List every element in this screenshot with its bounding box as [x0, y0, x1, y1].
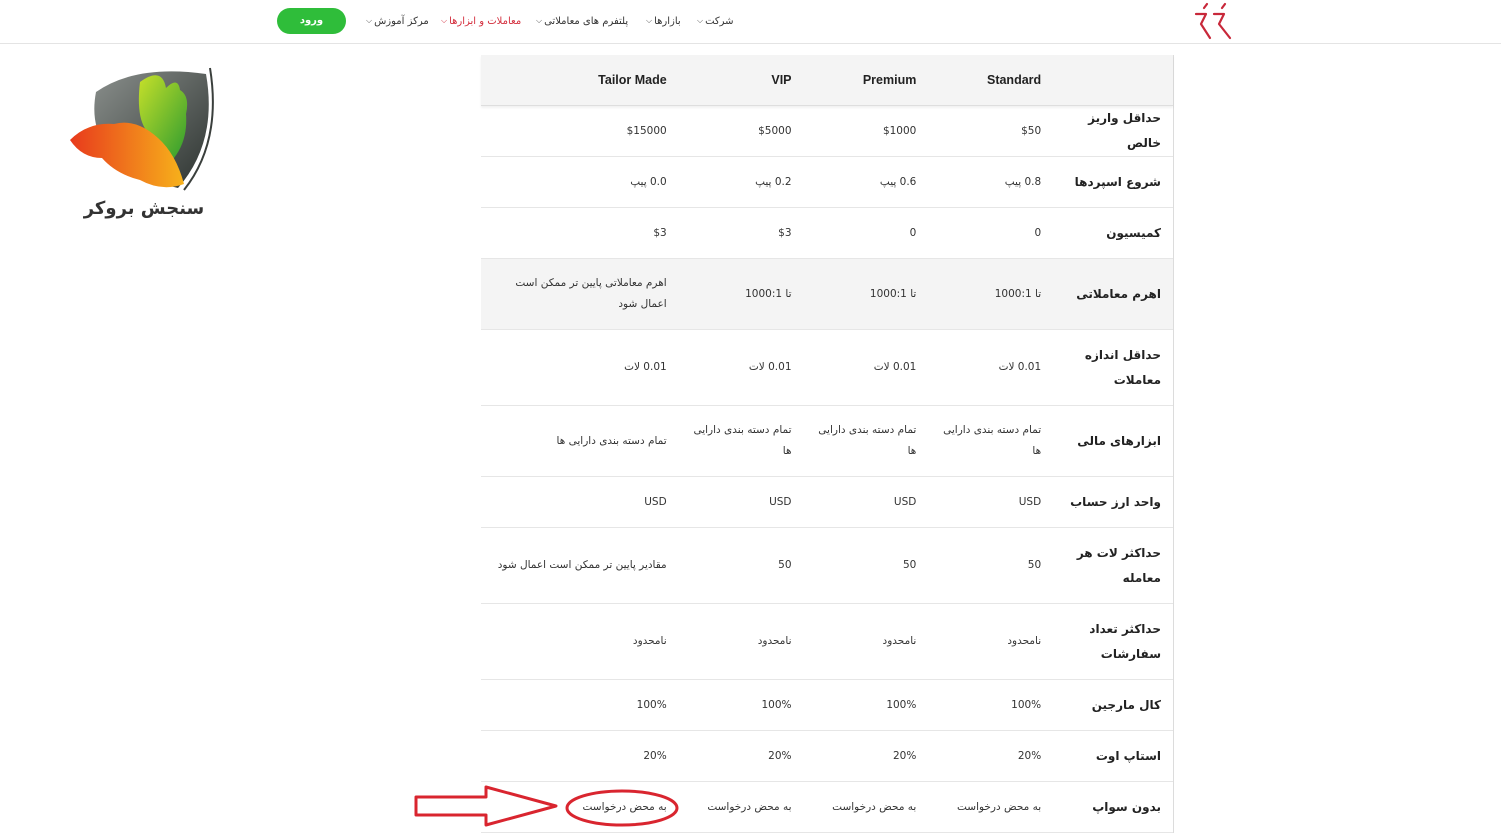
- cell-premium: 0.01 لات: [873, 361, 917, 373]
- column-header-standard: Standard: [986, 72, 1042, 87]
- cell-vip: 50: [778, 559, 792, 571]
- nav-label: پلتفرم های معاملاتی: [544, 15, 629, 27]
- chevron-down-icon: ⌵: [697, 16, 704, 25]
- nav-item-education-center[interactable]: مرکز آموزش ⌵: [366, 12, 429, 30]
- cell-premium: به محض درخواست: [832, 800, 917, 813]
- cell-tailor-made: اهرم معاملاتی پایین تر ممکن است اعمال شو…: [515, 277, 667, 310]
- table-row: کال مارجین 100% 100% 100% 100%: [481, 680, 1173, 731]
- cell-vip: $5000: [758, 124, 792, 137]
- cell-vip: به محض درخواست: [707, 800, 792, 813]
- cell-tailor-made: $15000: [626, 124, 667, 137]
- chevron-down-icon: ⌵: [366, 16, 373, 25]
- nav-label: معاملات و ابزارها: [449, 15, 522, 27]
- table-row: حداقل اندازه معاملات 0.01 لات 0.01 لات 0…: [481, 330, 1173, 406]
- cell-standard: 0: [1034, 226, 1042, 239]
- cell-tailor-made: 0.0 پیپ: [630, 175, 667, 188]
- table-row: حداکثر لات هر معامله 50 50 50 مقادیر پای…: [481, 528, 1173, 604]
- cell-premium: تمام دسته بندی دارایی ها: [818, 424, 917, 457]
- cell-vip: 0.2 پیپ: [755, 175, 792, 188]
- nav-item-trading-platforms[interactable]: پلتفرم های معاملاتی ⌵: [536, 12, 628, 30]
- broker-logo-wordmark: سنجش بروکر: [83, 198, 205, 219]
- cell-tailor-made: 20%: [643, 749, 667, 762]
- arrow-right-icon: [414, 785, 558, 827]
- broker-logo: سنجش بروکر: [70, 67, 214, 219]
- cell-vip: 20%: [768, 749, 792, 762]
- row-label: اهرم معاملاتی: [1076, 286, 1161, 301]
- row-label: کال مارجین: [1091, 697, 1161, 712]
- nav-label: مرکز آموزش: [374, 15, 429, 27]
- table-row: حداکثر تعداد سفارشات نامحدود نامحدود نام…: [481, 604, 1173, 680]
- cell-premium: 0.6 پیپ: [879, 175, 917, 188]
- cell-premium: تا 1000:1: [869, 287, 917, 300]
- table-row: کمیسیون 0 0 $3 $3: [481, 208, 1173, 259]
- chevron-down-icon: ⌵: [441, 16, 448, 25]
- table-row: اهرم معاملاتی تا 1000:1 تا 1000:1 تا 100…: [481, 259, 1173, 330]
- cell-vip: 0.01 لات: [748, 361, 792, 373]
- cell-standard: 0.01 لات: [998, 361, 1042, 373]
- row-label: ابزارهای مالی: [1077, 433, 1161, 448]
- cell-standard: $50: [1021, 124, 1042, 137]
- row-label: شروع اسپردها: [1074, 174, 1161, 189]
- chevron-down-icon: ⌵: [646, 16, 653, 25]
- annotation-arrow-and-circle: [414, 785, 679, 827]
- account-comparison-table: Standard Premium VIP Tailor Made حداقل و…: [481, 55, 1174, 833]
- cell-standard: 100%: [1011, 698, 1042, 711]
- cell-premium: 100%: [886, 698, 917, 711]
- row-label: واحد ارز حساب: [1070, 494, 1161, 509]
- row-label: حداکثر تعداد سفارشات: [1089, 621, 1161, 661]
- cell-standard: نامحدود: [1007, 635, 1042, 647]
- cell-premium: $1000: [882, 124, 917, 137]
- row-label: کمیسیون: [1106, 225, 1161, 240]
- column-header-tailor-made: Tailor Made: [598, 72, 667, 87]
- cell-standard: به محض درخواست: [956, 800, 1042, 813]
- nav-item-trading-tools[interactable]: معاملات و ابزارها ⌵: [441, 12, 521, 30]
- row-label: استاپ اوت: [1095, 748, 1161, 763]
- nav-label: شرکت: [705, 15, 734, 27]
- cell-premium: 50: [902, 559, 917, 571]
- top-navigation-bar: ورود مرکز آموزش ⌵ معاملات و ابزارها ⌵ پل…: [0, 0, 1501, 44]
- row-label: حداقل واریز خالص: [1088, 111, 1161, 150]
- nav-item-company[interactable]: شرکت ⌵: [697, 12, 734, 30]
- cell-vip: $3: [778, 226, 792, 239]
- table-row: استاپ اوت 20% 20% 20% 20%: [481, 731, 1173, 782]
- cell-vip: نامحدود: [757, 635, 792, 647]
- row-label: بدون سواپ: [1092, 799, 1161, 814]
- row-label: حداقل اندازه معاملات: [1084, 347, 1161, 387]
- cell-tailor-made: 0.01 لات: [624, 361, 667, 373]
- cell-standard: تا 1000:1: [994, 287, 1042, 300]
- table-row: حداقل واریز خالص $50 $1000 $5000 $15000: [481, 106, 1173, 157]
- cell-premium: 20%: [893, 749, 917, 762]
- site-logo[interactable]: [1192, 2, 1238, 42]
- cell-tailor-made: USD: [644, 495, 667, 508]
- nav-label: بازارها: [654, 15, 681, 27]
- cell-tailor-made: 100%: [636, 698, 667, 711]
- nav-item-markets[interactable]: بازارها ⌵: [646, 12, 681, 30]
- table-row: ابزارهای مالی تمام دسته بندی دارایی ها ت…: [481, 406, 1173, 477]
- login-button[interactable]: ورود: [277, 8, 346, 34]
- cell-tailor-made: مقادیر پایین تر ممکن است اعمال شود: [497, 559, 667, 571]
- cell-tailor-made: $3: [653, 226, 667, 239]
- cell-tailor-made: نامحدود: [632, 635, 667, 647]
- cell-standard: USD: [1018, 495, 1042, 508]
- column-header-vip: VIP: [771, 72, 792, 87]
- column-header-premium: Premium: [862, 72, 917, 87]
- cell-standard: 50: [1027, 559, 1042, 571]
- cell-premium: 0: [909, 226, 917, 239]
- cell-tailor-made: تمام دسته بندی دارایی ها: [556, 434, 667, 447]
- highlight-circle: [565, 789, 679, 827]
- cell-vip: 100%: [761, 698, 792, 711]
- cell-vip: USD: [769, 495, 792, 508]
- cell-standard: تمام دسته بندی دارایی ها: [943, 424, 1042, 457]
- cell-standard: 0.8 پیپ: [1004, 175, 1042, 188]
- chevron-down-icon: ⌵: [536, 16, 543, 25]
- row-label: حداکثر لات هر معامله: [1076, 545, 1161, 585]
- cell-standard: 20%: [1017, 749, 1042, 762]
- table-header-row: Standard Premium VIP Tailor Made: [481, 55, 1173, 106]
- table-row: واحد ارز حساب USD USD USD USD: [481, 477, 1173, 528]
- cell-vip: تمام دسته بندی دارایی ها: [693, 424, 792, 457]
- cell-vip: تا 1000:1: [745, 287, 792, 300]
- cell-premium: USD: [893, 495, 917, 508]
- cell-premium: نامحدود: [882, 635, 917, 647]
- table-row: شروع اسپردها 0.8 پیپ 0.6 پیپ 0.2 پیپ 0.0…: [481, 157, 1173, 208]
